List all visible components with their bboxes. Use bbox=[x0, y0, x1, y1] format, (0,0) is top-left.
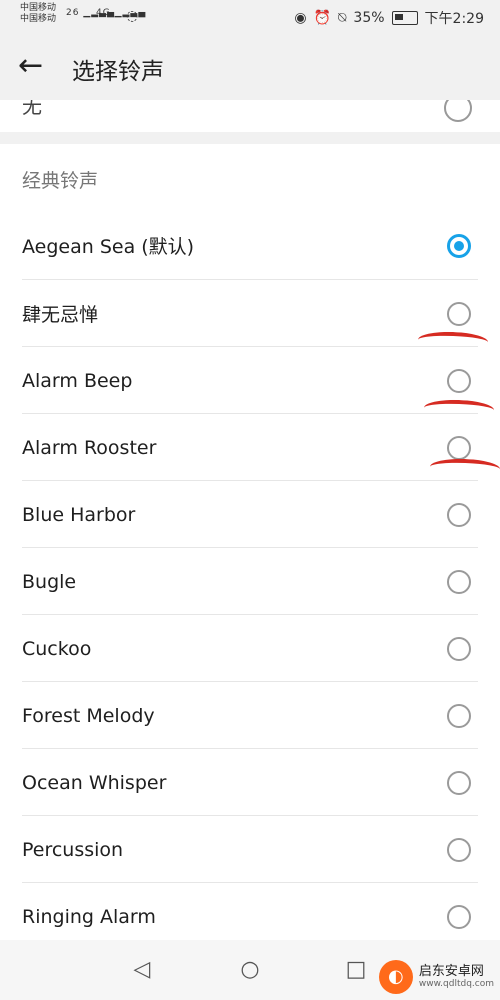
radio-selected[interactable] bbox=[447, 233, 471, 258]
ringtone-label: Cuckoo bbox=[22, 637, 92, 660]
ringtone-label: Percussion bbox=[22, 838, 124, 861]
radio-none[interactable] bbox=[444, 100, 472, 122]
radio-unselected[interactable] bbox=[447, 502, 471, 527]
section-gap bbox=[0, 132, 500, 144]
ringtone-item[interactable]: Percussion bbox=[0, 816, 500, 883]
eye-icon: ◉ bbox=[294, 10, 307, 26]
ringtone-label: Ringing Alarm bbox=[22, 905, 156, 928]
ringtone-label: 肆无忌惮 bbox=[22, 304, 99, 326]
carrier-2: 中国移动 bbox=[20, 14, 57, 24]
ringtone-label: Bugle bbox=[22, 570, 77, 593]
none-label: 无 bbox=[22, 100, 42, 118]
watermark-name: 启东安卓网 bbox=[418, 964, 484, 979]
ringtone-item[interactable]: Cuckoo bbox=[0, 615, 500, 682]
ringtone-list[interactable]: 无 经典铃声 Aegean Sea (默认) 肆无忌惮 Alarm Beep A… bbox=[0, 100, 500, 940]
radio-unselected[interactable] bbox=[447, 770, 471, 795]
circle-home-icon[interactable]: ○ bbox=[238, 958, 262, 982]
radio-unselected[interactable] bbox=[447, 703, 471, 728]
ringtone-label: Alarm Beep bbox=[22, 369, 133, 392]
ringtone-label: Forest Melody bbox=[22, 704, 155, 727]
carrier-1: 中国移动 bbox=[20, 3, 57, 13]
ringtone-label: Alarm Rooster bbox=[22, 436, 157, 459]
ringtone-label: Blue Harbor bbox=[22, 503, 136, 526]
square-recent-icon[interactable]: □ bbox=[344, 958, 368, 982]
watermark-text: 启东安卓网 www.qdltdq.com bbox=[418, 964, 494, 990]
watermark: ◐ 启东安卓网 www.qdltdq.com bbox=[378, 960, 494, 994]
battery-icon bbox=[391, 11, 418, 25]
ringtone-item[interactable]: Ocean Whisper bbox=[0, 749, 500, 816]
radio-unselected[interactable] bbox=[447, 569, 471, 594]
bell-off-icon: ⍉ bbox=[338, 10, 347, 26]
ringtone-item[interactable]: Bugle bbox=[0, 548, 500, 615]
alarm-icon: ⏰ bbox=[313, 10, 332, 26]
radio-unselected[interactable] bbox=[447, 837, 471, 862]
ringtone-item[interactable]: Aegean Sea (默认) bbox=[0, 212, 500, 279]
section-title: 经典铃声 bbox=[22, 170, 99, 192]
radio-unselected[interactable] bbox=[447, 301, 471, 326]
arrow-left-icon: ← bbox=[18, 48, 44, 83]
watermark-url: www.qdltdq.com bbox=[418, 979, 494, 989]
clock: 下午2:29 bbox=[424, 11, 484, 27]
navigation-bar: ◁ ○ □ ◐ 启东安卓网 www.qdltdq.com bbox=[0, 940, 500, 1000]
ringtone-item[interactable]: Alarm Rooster bbox=[0, 414, 500, 481]
ringtone-label: Aegean Sea (默认) bbox=[22, 236, 195, 258]
radio-unselected[interactable] bbox=[447, 636, 471, 661]
ringtone-item[interactable]: Ringing Alarm bbox=[0, 883, 500, 940]
ringtone-item[interactable]: Blue Harbor bbox=[0, 481, 500, 548]
app-bar: ← 选择铃声 bbox=[0, 36, 500, 100]
page-title: 选择铃声 bbox=[72, 59, 164, 85]
ghost-icon: ◌ bbox=[126, 8, 140, 24]
battery-percent: 35% bbox=[353, 10, 385, 26]
carrier-info: 中国移动 中国移动 bbox=[20, 3, 56, 25]
back-button[interactable]: ← bbox=[18, 46, 58, 86]
status-right: ◉ ⏰ ⍉ 35% 下午2:29 bbox=[294, 8, 484, 28]
radio-unselected[interactable] bbox=[447, 904, 471, 929]
radio-unselected[interactable] bbox=[447, 435, 471, 460]
status-bar: 中国移动 中国移动 26 ▁▂▃▄ 4G ▁▂▃▄ ◌ ◉ ⏰ ⍉ 35% 下午… bbox=[0, 0, 500, 36]
watermark-logo-icon: ◐ bbox=[378, 960, 413, 994]
ringtone-item[interactable]: Forest Melody bbox=[0, 682, 500, 749]
triangle-back-icon[interactable]: ◁ bbox=[130, 958, 154, 982]
none-option[interactable]: 无 bbox=[0, 100, 500, 132]
ringtone-label: Ocean Whisper bbox=[22, 771, 167, 794]
radio-unselected[interactable] bbox=[447, 368, 471, 393]
